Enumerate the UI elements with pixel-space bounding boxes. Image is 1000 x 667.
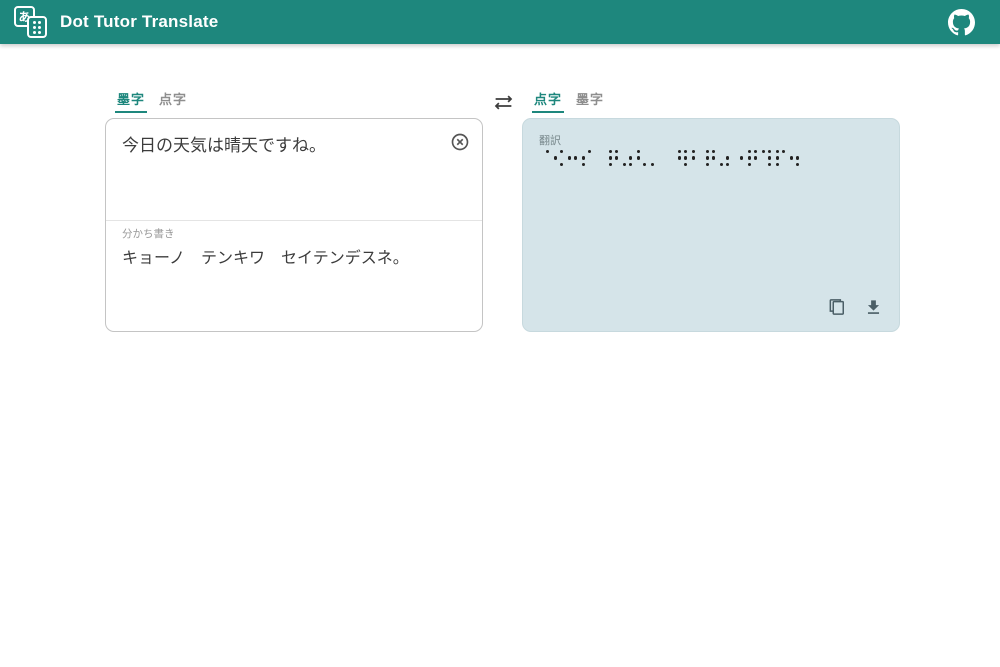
clear-input-button[interactable] <box>448 130 472 154</box>
output-tabs: 点字 墨字 <box>532 86 900 113</box>
tab-output-sumiji[interactable]: 墨字 <box>574 86 606 113</box>
output-card: 翻訳 <box>522 118 900 332</box>
braille-dots-icon <box>33 21 41 34</box>
swap-horizontal-icon <box>493 92 514 113</box>
download-icon <box>864 298 883 317</box>
wakachi-text: キョーノ テンキワ セイテンデスネ。 <box>122 244 466 268</box>
github-icon <box>948 9 975 36</box>
tab-output-tenji[interactable]: 点字 <box>532 86 564 113</box>
braille-output <box>540 150 885 172</box>
output-actions <box>823 293 887 321</box>
input-panel: 墨字 点字 今日の天気は晴天ですね。 分かち書き キョーノ テンキワ セイテンデ… <box>105 86 483 332</box>
input-tabs: 墨字 点字 <box>115 86 483 113</box>
logo-braille-square <box>27 16 47 38</box>
app-logo-icon: あ <box>14 5 50 39</box>
copy-button[interactable] <box>823 293 851 321</box>
wakachi-label: 分かち書き <box>122 226 466 241</box>
swap-direction-button[interactable] <box>489 88 517 116</box>
translation-label: 翻訳 <box>539 132 561 148</box>
output-panel: 点字 墨字 翻訳 <box>522 86 900 332</box>
main-content: 墨字 点字 今日の天気は晴天ですね。 分かち書き キョーノ テンキワ セイテンデ… <box>0 44 1000 332</box>
copy-icon <box>827 297 847 317</box>
app-title: Dot Tutor Translate <box>60 12 218 32</box>
input-card: 今日の天気は晴天ですね。 分かち書き キョーノ テンキワ セイテンデスネ。 <box>105 118 483 332</box>
clear-circle-x-icon <box>450 132 470 152</box>
tab-input-sumiji[interactable]: 墨字 <box>115 86 147 113</box>
wakachi-section: 分かち書き キョーノ テンキワ セイテンデスネ。 <box>106 221 482 268</box>
app-bar: あ Dot Tutor Translate <box>0 0 1000 44</box>
download-button[interactable] <box>859 293 887 321</box>
text-input[interactable]: 今日の天気は晴天ですね。 <box>106 119 482 220</box>
github-link-button[interactable] <box>942 3 980 41</box>
tab-input-tenji[interactable]: 点字 <box>157 86 189 113</box>
